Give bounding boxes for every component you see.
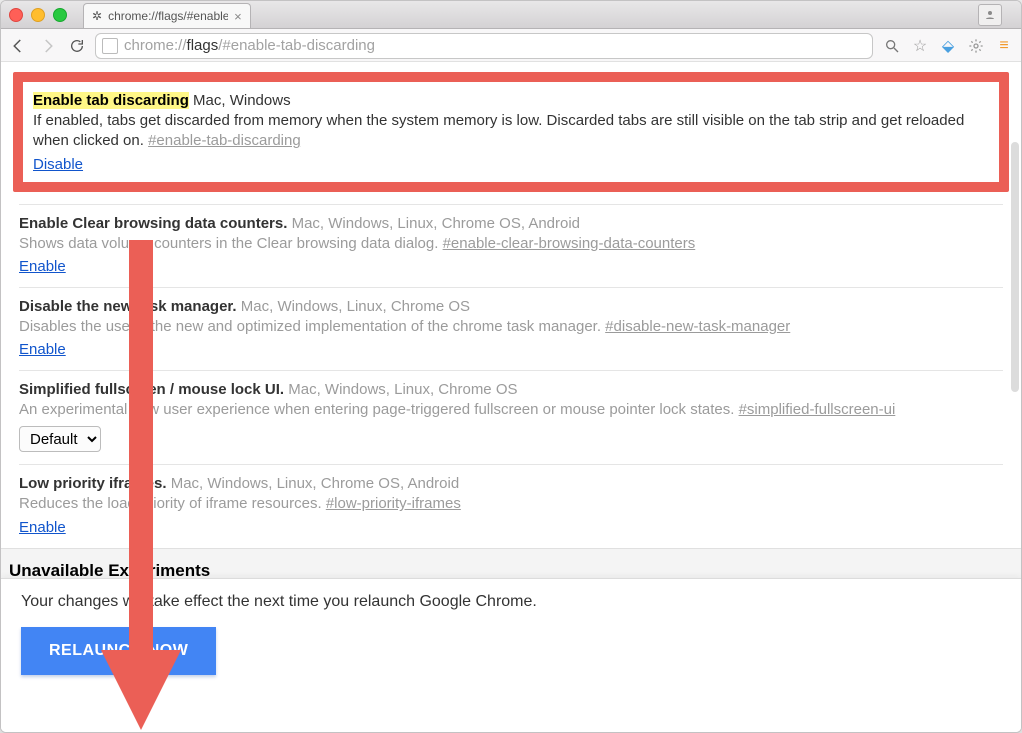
flag-name: Simplified fullscreen / mouse lock UI. bbox=[19, 381, 284, 398]
url-scheme: chrome:// bbox=[124, 37, 187, 54]
close-window-button[interactable] bbox=[9, 8, 23, 22]
disable-link[interactable]: Disable bbox=[33, 156, 83, 173]
minimize-window-button[interactable] bbox=[31, 8, 45, 22]
menu-icon[interactable]: ≡ bbox=[995, 37, 1013, 55]
flag-name: Enable Clear browsing data counters. bbox=[19, 215, 287, 232]
zoom-window-button[interactable] bbox=[53, 8, 67, 22]
flag-entry: Simplified fullscreen / mouse lock UI. M… bbox=[19, 370, 1003, 464]
url-host: flags bbox=[187, 37, 219, 54]
flag-description: An experimental new user experience when… bbox=[19, 401, 734, 418]
flag-platforms: Mac, Windows, Linux, Chrome OS bbox=[288, 381, 517, 398]
page-viewport: Enable tab discarding Mac, Windows If en… bbox=[1, 61, 1021, 732]
flag-entry: Enable Clear browsing data counters. Mac… bbox=[19, 204, 1003, 287]
flag-description: Disables the use of the new and optimize… bbox=[19, 318, 601, 335]
forward-button[interactable] bbox=[39, 37, 57, 55]
flag-entry: Low priority iframes. Mac, Windows, Linu… bbox=[19, 464, 1003, 547]
browser-tab[interactable]: ✲ chrome://flags/#enable-t × bbox=[83, 3, 251, 28]
flag-platforms: Mac, Windows, Linux, Chrome OS bbox=[241, 298, 470, 315]
toolbar: chrome:// flags /#enable-tab-discarding … bbox=[1, 29, 1021, 63]
enable-link[interactable]: Enable bbox=[19, 258, 66, 275]
flag-platforms: Mac, Windows bbox=[193, 92, 291, 109]
address-bar[interactable]: chrome:// flags /#enable-tab-discarding bbox=[95, 33, 873, 59]
flag-anchor-link[interactable]: #enable-clear-browsing-data-counters bbox=[443, 235, 696, 252]
extension-icon[interactable]: ⬙ bbox=[939, 36, 957, 56]
flag-description: Shows data volume counters in the Clear … bbox=[19, 235, 438, 252]
user-icon bbox=[984, 9, 996, 21]
highlighted-flag-callout: Enable tab discarding Mac, Windows If en… bbox=[13, 72, 1009, 192]
zoom-icon[interactable] bbox=[883, 38, 901, 54]
enable-link[interactable]: Enable bbox=[19, 341, 66, 358]
relaunch-message: Your changes will take effect the next t… bbox=[21, 593, 1001, 611]
scrollbar-thumb[interactable] bbox=[1011, 142, 1019, 392]
enable-link[interactable]: Enable bbox=[19, 519, 66, 536]
flag-platforms: Mac, Windows, Linux, Chrome OS, Android bbox=[292, 215, 580, 232]
settings-icon[interactable] bbox=[967, 38, 985, 54]
flag-anchor-link[interactable]: #low-priority-iframes bbox=[326, 495, 461, 512]
flag-name: Disable the new task manager. bbox=[19, 298, 237, 315]
flag-anchor-link[interactable]: #disable-new-task-manager bbox=[605, 318, 790, 335]
reload-button[interactable] bbox=[69, 38, 85, 54]
profile-button[interactable] bbox=[978, 4, 1002, 26]
flag-platforms: Mac, Windows, Linux, Chrome OS, Android bbox=[171, 475, 459, 492]
favicon-icon: ✲ bbox=[92, 9, 102, 23]
flag-anchor-link[interactable]: #enable-tab-discarding bbox=[148, 132, 301, 149]
close-tab-icon[interactable]: × bbox=[234, 9, 242, 24]
flag-name: Low priority iframes. bbox=[19, 475, 167, 492]
flag-anchor-link[interactable]: #simplified-fullscreen-ui bbox=[739, 401, 896, 418]
back-button[interactable] bbox=[9, 37, 27, 55]
bookmark-icon[interactable]: ☆ bbox=[911, 36, 929, 56]
window-titlebar: ✲ chrome://flags/#enable-t × bbox=[1, 1, 1021, 29]
url-path: /#enable-tab-discarding bbox=[218, 37, 375, 54]
page-icon bbox=[102, 38, 118, 54]
flag-entry: Disable the new task manager. Mac, Windo… bbox=[19, 287, 1003, 370]
flag-dropdown[interactable]: Default bbox=[19, 426, 101, 452]
relaunch-now-button[interactable]: RELAUNCH NOW bbox=[21, 627, 216, 675]
flag-name: Enable tab discarding bbox=[33, 92, 189, 109]
tab-strip: ✲ chrome://flags/#enable-t × bbox=[83, 4, 251, 28]
tab-title: chrome://flags/#enable-t bbox=[108, 9, 228, 23]
flag-description: Reduces the load priority of iframe reso… bbox=[19, 495, 322, 512]
relaunch-bar: Your changes will take effect the next t… bbox=[1, 578, 1021, 732]
traffic-lights bbox=[9, 8, 67, 22]
